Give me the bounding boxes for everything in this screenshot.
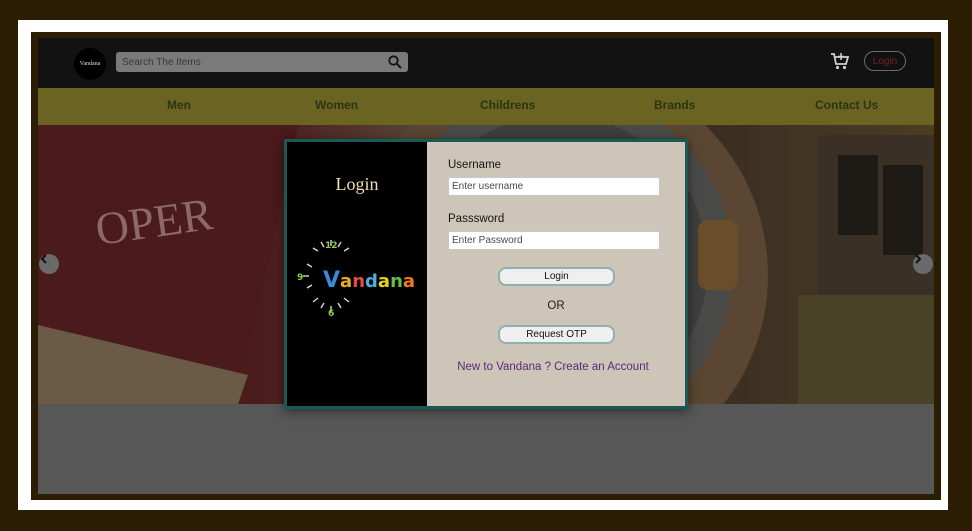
carousel-next-button[interactable] <box>913 254 933 274</box>
password-input[interactable] <box>448 231 660 250</box>
search-bar <box>116 52 408 72</box>
carousel-prev-button[interactable] <box>39 254 59 274</box>
request-otp-button[interactable]: Request OTP <box>498 325 615 344</box>
clock-number-9: 9 <box>297 273 303 283</box>
login-submit-button[interactable]: Login <box>498 267 615 286</box>
nav-item-women[interactable]: Women <box>315 98 358 112</box>
clock-number-12: 12 <box>325 241 338 251</box>
header-login-button[interactable]: Login <box>864 51 906 71</box>
create-account-link[interactable]: New to Vandana ? Create an Account <box>427 361 679 373</box>
login-form: Username Passsword Login OR Request OTP … <box>427 142 685 406</box>
cart-icon[interactable] <box>830 51 850 71</box>
category-nav: Men Women Childrens Brands Contact Us <box>38 88 934 125</box>
clock-number-6: 6 <box>328 309 334 319</box>
or-divider: OR <box>547 300 565 312</box>
nav-item-men[interactable]: Men <box>167 98 191 112</box>
login-modal: Login 12 9 6 Vandana Username Enter user… <box>284 139 688 409</box>
username-label: Username <box>448 159 502 171</box>
chevron-left-icon <box>40 254 47 264</box>
nav-item-brands[interactable]: Brands <box>654 98 695 112</box>
modal-brand-panel: Login 12 9 6 Vandana <box>287 142 427 406</box>
modal-title: Login <box>335 174 379 194</box>
search-input[interactable] <box>116 52 376 72</box>
vandana-logo: 12 9 6 Vandana <box>297 240 415 319</box>
vandana-logo-text: Vandana <box>323 268 415 293</box>
chevron-right-icon <box>915 254 922 264</box>
password-label: Passsword <box>448 213 505 225</box>
site-logo-text: Vandana <box>79 61 101 67</box>
top-header: Vandana Login <box>38 38 934 88</box>
search-icon[interactable] <box>388 55 402 69</box>
nav-item-contact-us[interactable]: Contact Us <box>815 98 878 112</box>
username-input[interactable] <box>448 177 660 196</box>
site-logo[interactable]: Vandana <box>74 48 106 80</box>
nav-item-childrens[interactable]: Childrens <box>480 98 535 112</box>
lower-section <box>38 404 934 494</box>
